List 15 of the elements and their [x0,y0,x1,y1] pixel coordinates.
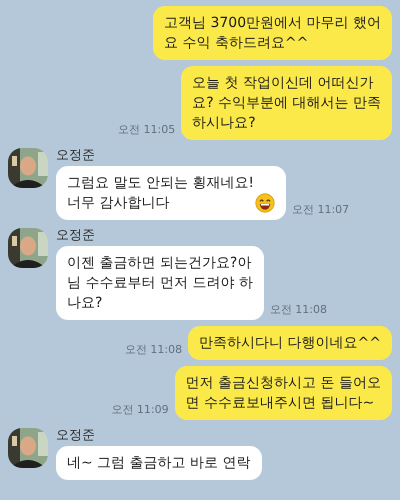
message-text: 이젠 출금하면 되는건가요?아 님 수수료부터 먼저 드려야 하 나요? [67,254,253,313]
message-text: 만족하시다니 다행이네요^^ [199,334,381,353]
message-text: 그럼요 말도 안되는 횡재네요! 너무 감사합니다 [67,174,254,213]
message-time: 오전 11:08 [270,302,328,318]
message-text: 고객님 3700만원에서 마무리 했어 요 수익 축하드려요^^ [164,14,381,53]
message-text: 네~ 그럼 출금하고 바로 연락 [67,454,251,473]
message-time: 오전 11:05 [118,122,176,138]
message-time: 오전 11:08 [124,342,182,358]
message-time: 오전 11:07 [292,202,350,218]
message-text: 오늘 첫 작업이신데 어떠신가 요? 수익부분에 대해서는 만족 하시나요? [192,74,381,133]
sender-name: 오정준 [56,228,96,244]
message-text: 먼저 출금신청하시고 돈 들어오 면 수수료보내주시면 됩니다~ [186,374,381,413]
sender-name: 오정준 [56,428,96,444]
sender-name: 오정준 [56,148,96,164]
message-time: 오전 11:09 [111,402,169,418]
